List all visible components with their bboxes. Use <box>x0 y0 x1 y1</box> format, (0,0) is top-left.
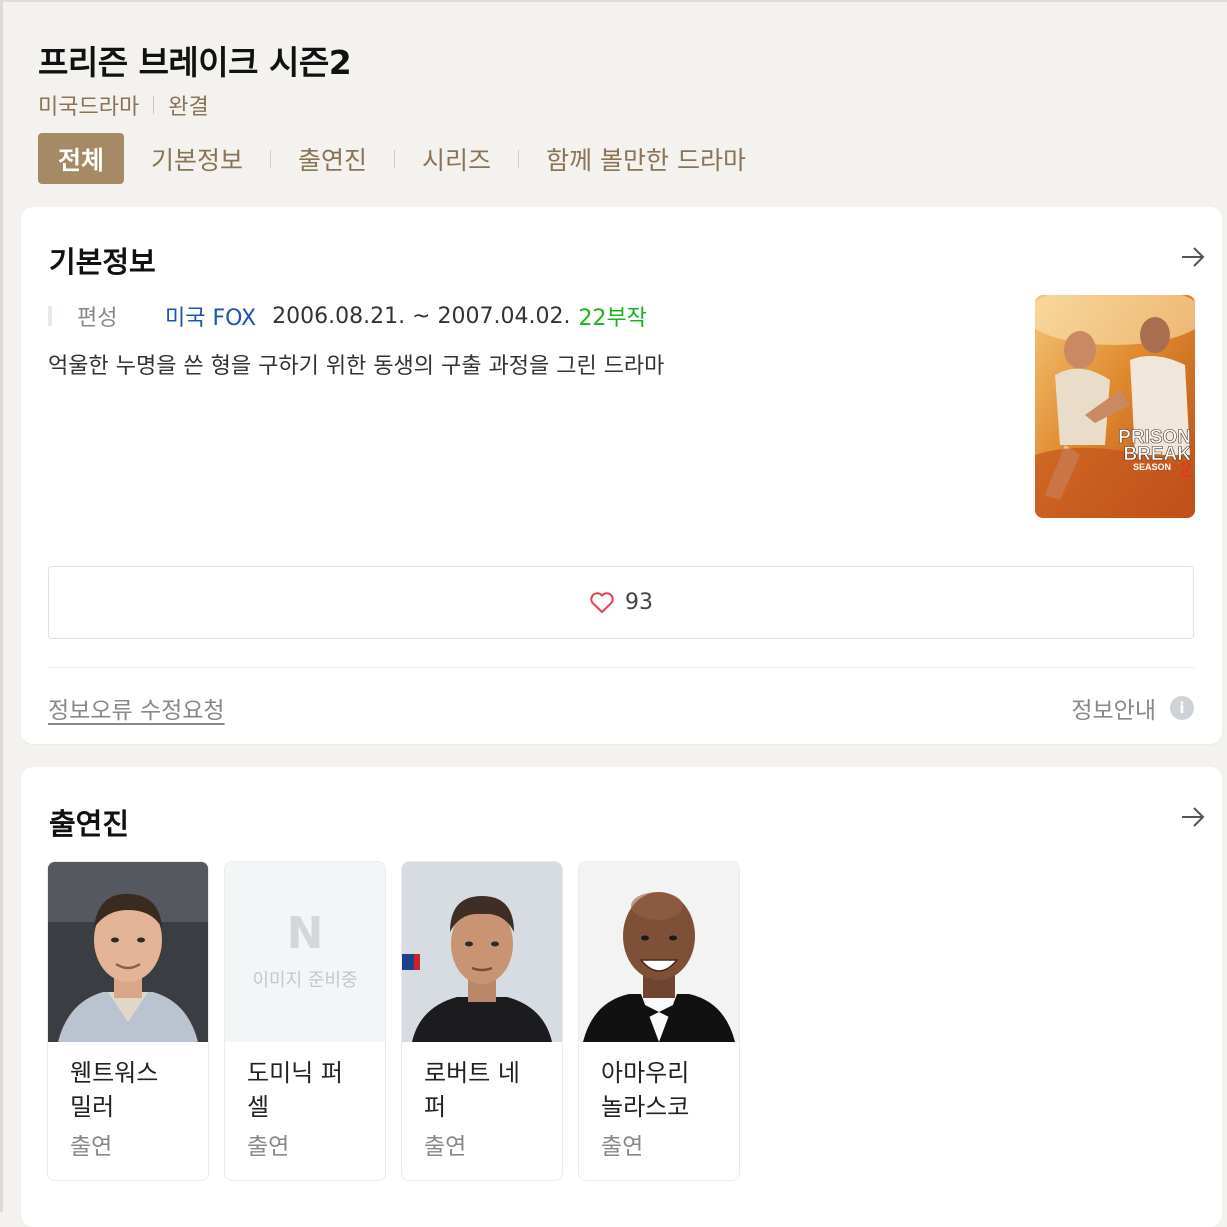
heart-icon <box>590 591 614 613</box>
network-link[interactable]: 미국 FOX <box>165 300 256 332</box>
synopsis: 억울한 누명을 쓴 형을 구하기 위한 동생의 구출 과정을 그린 드라마 <box>48 354 665 379</box>
top-border <box>0 0 1227 2</box>
section-divider <box>48 667 1195 668</box>
poster-image[interactable]: PRISON BREAK SEASON 2 <box>1035 295 1195 518</box>
info-guide-label: 정보안내 <box>1071 698 1156 724</box>
tab-basic-info[interactable]: 기본정보 <box>151 133 243 184</box>
like-count: 93 <box>625 590 653 615</box>
cast-heading[interactable]: 출연진 <box>49 801 129 843</box>
cast-name: 아마우리 놀라스코 <box>601 1059 690 1121</box>
cast-role: 출연 <box>247 1134 290 1160</box>
page-title: 프리즌 브레이크 시즌2 <box>38 43 352 82</box>
info-marker <box>48 306 52 326</box>
tab-divider <box>518 149 520 168</box>
image-pending-text: 이미지 준비중 <box>252 970 358 991</box>
broadcast-label: 편성 <box>77 306 118 331</box>
cast-role: 출연 <box>424 1134 467 1160</box>
tab-all[interactable]: 전체 <box>38 133 125 184</box>
cast-photo <box>402 862 562 1042</box>
basic-info-card: 기본정보 편성 미국 FOX 2006.08.21. ~ 2007.04.02.… <box>21 207 1222 744</box>
cast-role: 출연 <box>601 1134 644 1160</box>
subtitle: 미국드라마 완결 <box>38 89 209 121</box>
like-button[interactable]: 93 <box>48 566 1194 639</box>
subtitle-divider <box>153 96 155 114</box>
cast-photo <box>48 862 208 1042</box>
naver-logo-icon: N <box>286 908 324 959</box>
tab-recommended[interactable]: 함께 볼만한 드라마 <box>546 133 746 184</box>
episode-count: 22부작 <box>578 306 647 331</box>
arrow-right-icon[interactable] <box>1180 804 1206 830</box>
status-label: 완결 <box>168 95 209 120</box>
cast-card: 출연진 웬트워스 밀러 출연 N 이미지 준비중 도미닉 퍼셀 출연 로버트 네… <box>21 767 1222 1227</box>
cast-name: 도미닉 퍼셀 <box>247 1059 343 1121</box>
poster-season-number: 2 <box>1180 457 1192 482</box>
genre-link[interactable]: 미국드라마 <box>38 89 139 121</box>
tab-cast[interactable]: 출연진 <box>298 133 367 184</box>
tab-divider <box>270 149 272 168</box>
arrow-right-icon[interactable] <box>1180 244 1206 270</box>
cast-name: 로버트 네퍼 <box>424 1059 520 1121</box>
info-guide[interactable]: 정보안내 i <box>1071 691 1194 725</box>
basic-info-heading[interactable]: 기본정보 <box>49 239 156 281</box>
tab-divider <box>394 149 396 168</box>
broadcast-info: 편성 미국 FOX 2006.08.21. ~ 2007.04.02. 22부작 <box>48 300 647 332</box>
tab-series[interactable]: 시리즈 <box>422 133 491 184</box>
air-dates: 2006.08.21. ~ 2007.04.02. <box>272 303 571 329</box>
cast-photo <box>579 862 739 1042</box>
cast-name: 웬트워스 밀러 <box>70 1059 159 1121</box>
report-error-link[interactable]: 정보오류 수정요청 <box>48 691 225 725</box>
left-border <box>0 0 3 1212</box>
cast-item[interactable]: 로버트 네퍼 출연 <box>401 861 563 1181</box>
info-icon: i <box>1170 696 1194 720</box>
cast-item[interactable]: 아마우리 놀라스코 출연 <box>578 861 740 1181</box>
tab-bar: 전체 기본정보 출연진 시리즈 함께 볼만한 드라마 <box>38 133 746 184</box>
cast-photo-placeholder: N 이미지 준비중 <box>225 862 385 1042</box>
cast-item[interactable]: N 이미지 준비중 도미닉 퍼셀 출연 <box>224 861 386 1181</box>
cast-item[interactable]: 웬트워스 밀러 출연 <box>47 861 209 1181</box>
poster-season-label: SEASON <box>1133 462 1171 472</box>
cast-role: 출연 <box>70 1134 113 1160</box>
